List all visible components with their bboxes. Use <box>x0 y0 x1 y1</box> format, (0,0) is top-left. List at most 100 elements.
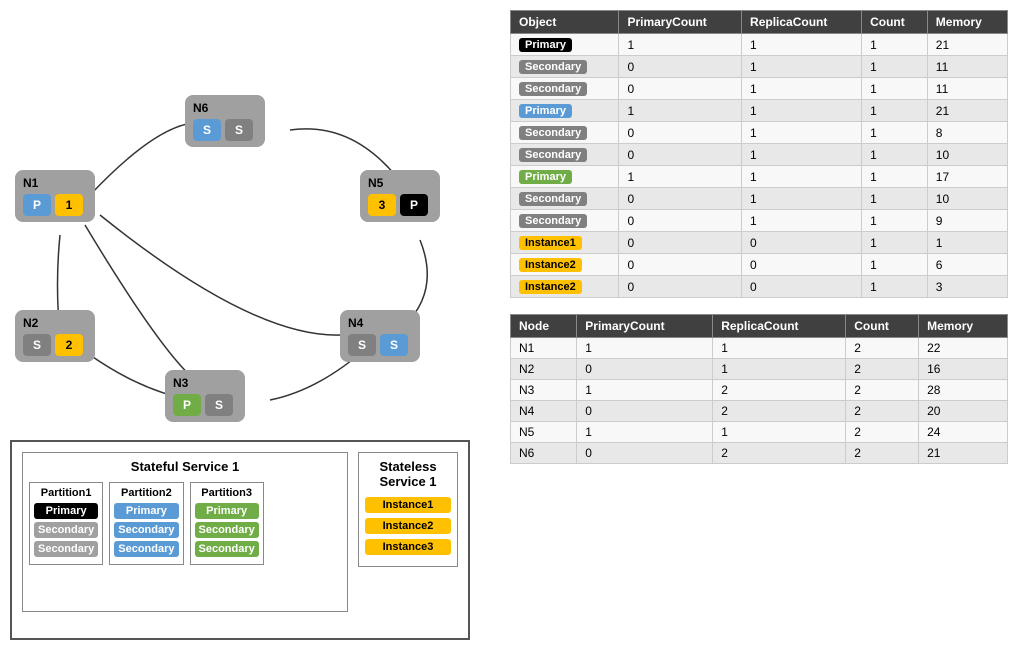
node-primary-cell: 0 <box>577 401 713 422</box>
node-memory-cell: 24 <box>919 422 1008 443</box>
node-replica-cell: 1 <box>713 422 846 443</box>
replica-count-cell: 1 <box>742 78 862 100</box>
object-cell: Secondary <box>511 210 619 232</box>
object-badge: Instance2 <box>519 280 582 294</box>
node-primary-cell: 0 <box>577 359 713 380</box>
node-name-cell: N1 <box>511 338 577 359</box>
partition2-title: Partition2 <box>114 487 178 499</box>
node-table-header-memory: Memory <box>919 315 1008 338</box>
object-table-header-replica: ReplicaCount <box>742 11 862 34</box>
memory-cell: 17 <box>927 166 1007 188</box>
object-badge: Secondary <box>519 214 587 228</box>
node-table-row: N2 0 1 2 16 <box>511 359 1008 380</box>
node-N2-label: N2 <box>23 316 38 330</box>
node-primary-cell: 1 <box>577 422 713 443</box>
count-cell: 1 <box>862 166 928 188</box>
object-table-row: Primary 1 1 1 17 <box>511 166 1008 188</box>
node-N1-chips: P 1 <box>23 194 83 216</box>
partition2: Partition2 Primary Secondary Secondary <box>109 482 183 565</box>
node-replica-cell: 1 <box>713 359 846 380</box>
object-badge: Secondary <box>519 82 587 96</box>
object-table-row: Secondary 0 1 1 11 <box>511 78 1008 100</box>
node-primary-cell: 0 <box>577 443 713 464</box>
node-table-row: N4 0 2 2 20 <box>511 401 1008 422</box>
object-cell: Instance2 <box>511 254 619 276</box>
object-table-row: Secondary 0 1 1 10 <box>511 144 1008 166</box>
chip-3-yellow: 3 <box>368 194 396 216</box>
node-table: Node PrimaryCount ReplicaCount Count Mem… <box>510 314 1008 464</box>
primary-count-cell: 1 <box>619 166 742 188</box>
node-N1-label: N1 <box>23 176 38 190</box>
partition3-secondary1: Secondary <box>195 522 259 538</box>
memory-cell: 10 <box>927 188 1007 210</box>
node-replica-cell: 2 <box>713 443 846 464</box>
memory-cell: 21 <box>927 34 1007 56</box>
node-count-cell: 2 <box>846 380 919 401</box>
partition3-secondary2: Secondary <box>195 541 259 557</box>
object-cell: Primary <box>511 34 619 56</box>
partition3: Partition3 Primary Secondary Secondary <box>190 482 264 565</box>
object-table-row: Instance2 0 0 1 6 <box>511 254 1008 276</box>
chip-P-green-N3: P <box>173 394 201 416</box>
primary-count-cell: 0 <box>619 210 742 232</box>
node-N5-chips: 3 P <box>368 194 428 216</box>
replica-count-cell: 1 <box>742 166 862 188</box>
node-name-cell: N4 <box>511 401 577 422</box>
count-cell: 1 <box>862 188 928 210</box>
stateless-instance2: Instance2 <box>365 518 451 534</box>
stateless-instance3: Instance3 <box>365 539 451 555</box>
right-panel: Object PrimaryCount ReplicaCount Count M… <box>500 0 1018 650</box>
node-memory-cell: 28 <box>919 380 1008 401</box>
node-memory-cell: 20 <box>919 401 1008 422</box>
chip-S-gray-N6: S <box>225 119 253 141</box>
count-cell: 1 <box>862 34 928 56</box>
object-cell: Instance2 <box>511 276 619 298</box>
object-badge: Secondary <box>519 126 587 140</box>
object-table-header-memory: Memory <box>927 11 1007 34</box>
primary-count-cell: 0 <box>619 144 742 166</box>
node-table-header-node: Node <box>511 315 577 338</box>
memory-cell: 11 <box>927 78 1007 100</box>
count-cell: 1 <box>862 56 928 78</box>
node-table-row: N3 1 2 2 28 <box>511 380 1008 401</box>
chip-S-gray-N4a: S <box>348 334 376 356</box>
node-memory-cell: 16 <box>919 359 1008 380</box>
node-N6: N6 S S <box>185 95 265 147</box>
replica-count-cell: 1 <box>742 210 862 232</box>
node-table-header-primary: PrimaryCount <box>577 315 713 338</box>
stateful-service-title: Stateful Service 1 <box>29 459 341 474</box>
node-N4: N4 S S <box>340 310 420 362</box>
node-replica-cell: 1 <box>713 338 846 359</box>
partition3-primary: Primary <box>195 503 259 519</box>
node-name-cell: N5 <box>511 422 577 443</box>
node-memory-cell: 21 <box>919 443 1008 464</box>
memory-cell: 8 <box>927 122 1007 144</box>
memory-cell: 10 <box>927 144 1007 166</box>
primary-count-cell: 1 <box>619 100 742 122</box>
chip-S-gray-N2: S <box>23 334 51 356</box>
partition2-primary: Primary <box>114 503 178 519</box>
primary-count-cell: 0 <box>619 276 742 298</box>
stateless-instance1: Instance1 <box>365 497 451 513</box>
chip-P-black-N5: P <box>400 194 428 216</box>
object-table-header-count: Count <box>862 11 928 34</box>
object-badge: Primary <box>519 104 572 118</box>
count-cell: 1 <box>862 254 928 276</box>
count-cell: 1 <box>862 276 928 298</box>
node-N1: N1 P 1 <box>15 170 95 222</box>
memory-cell: 6 <box>927 254 1007 276</box>
object-table-header-object: Object <box>511 11 619 34</box>
node-N3-label: N3 <box>173 376 188 390</box>
count-cell: 1 <box>862 144 928 166</box>
object-badge: Primary <box>519 170 572 184</box>
node-replica-cell: 2 <box>713 401 846 422</box>
object-table-row: Primary 1 1 1 21 <box>511 34 1008 56</box>
partition1-secondary2: Secondary <box>34 541 98 557</box>
object-cell: Secondary <box>511 78 619 100</box>
partition1-title: Partition1 <box>34 487 98 499</box>
node-N5-label: N5 <box>368 176 383 190</box>
object-badge: Secondary <box>519 60 587 74</box>
node-replica-cell: 2 <box>713 380 846 401</box>
node-count-cell: 2 <box>846 401 919 422</box>
node-count-cell: 2 <box>846 359 919 380</box>
